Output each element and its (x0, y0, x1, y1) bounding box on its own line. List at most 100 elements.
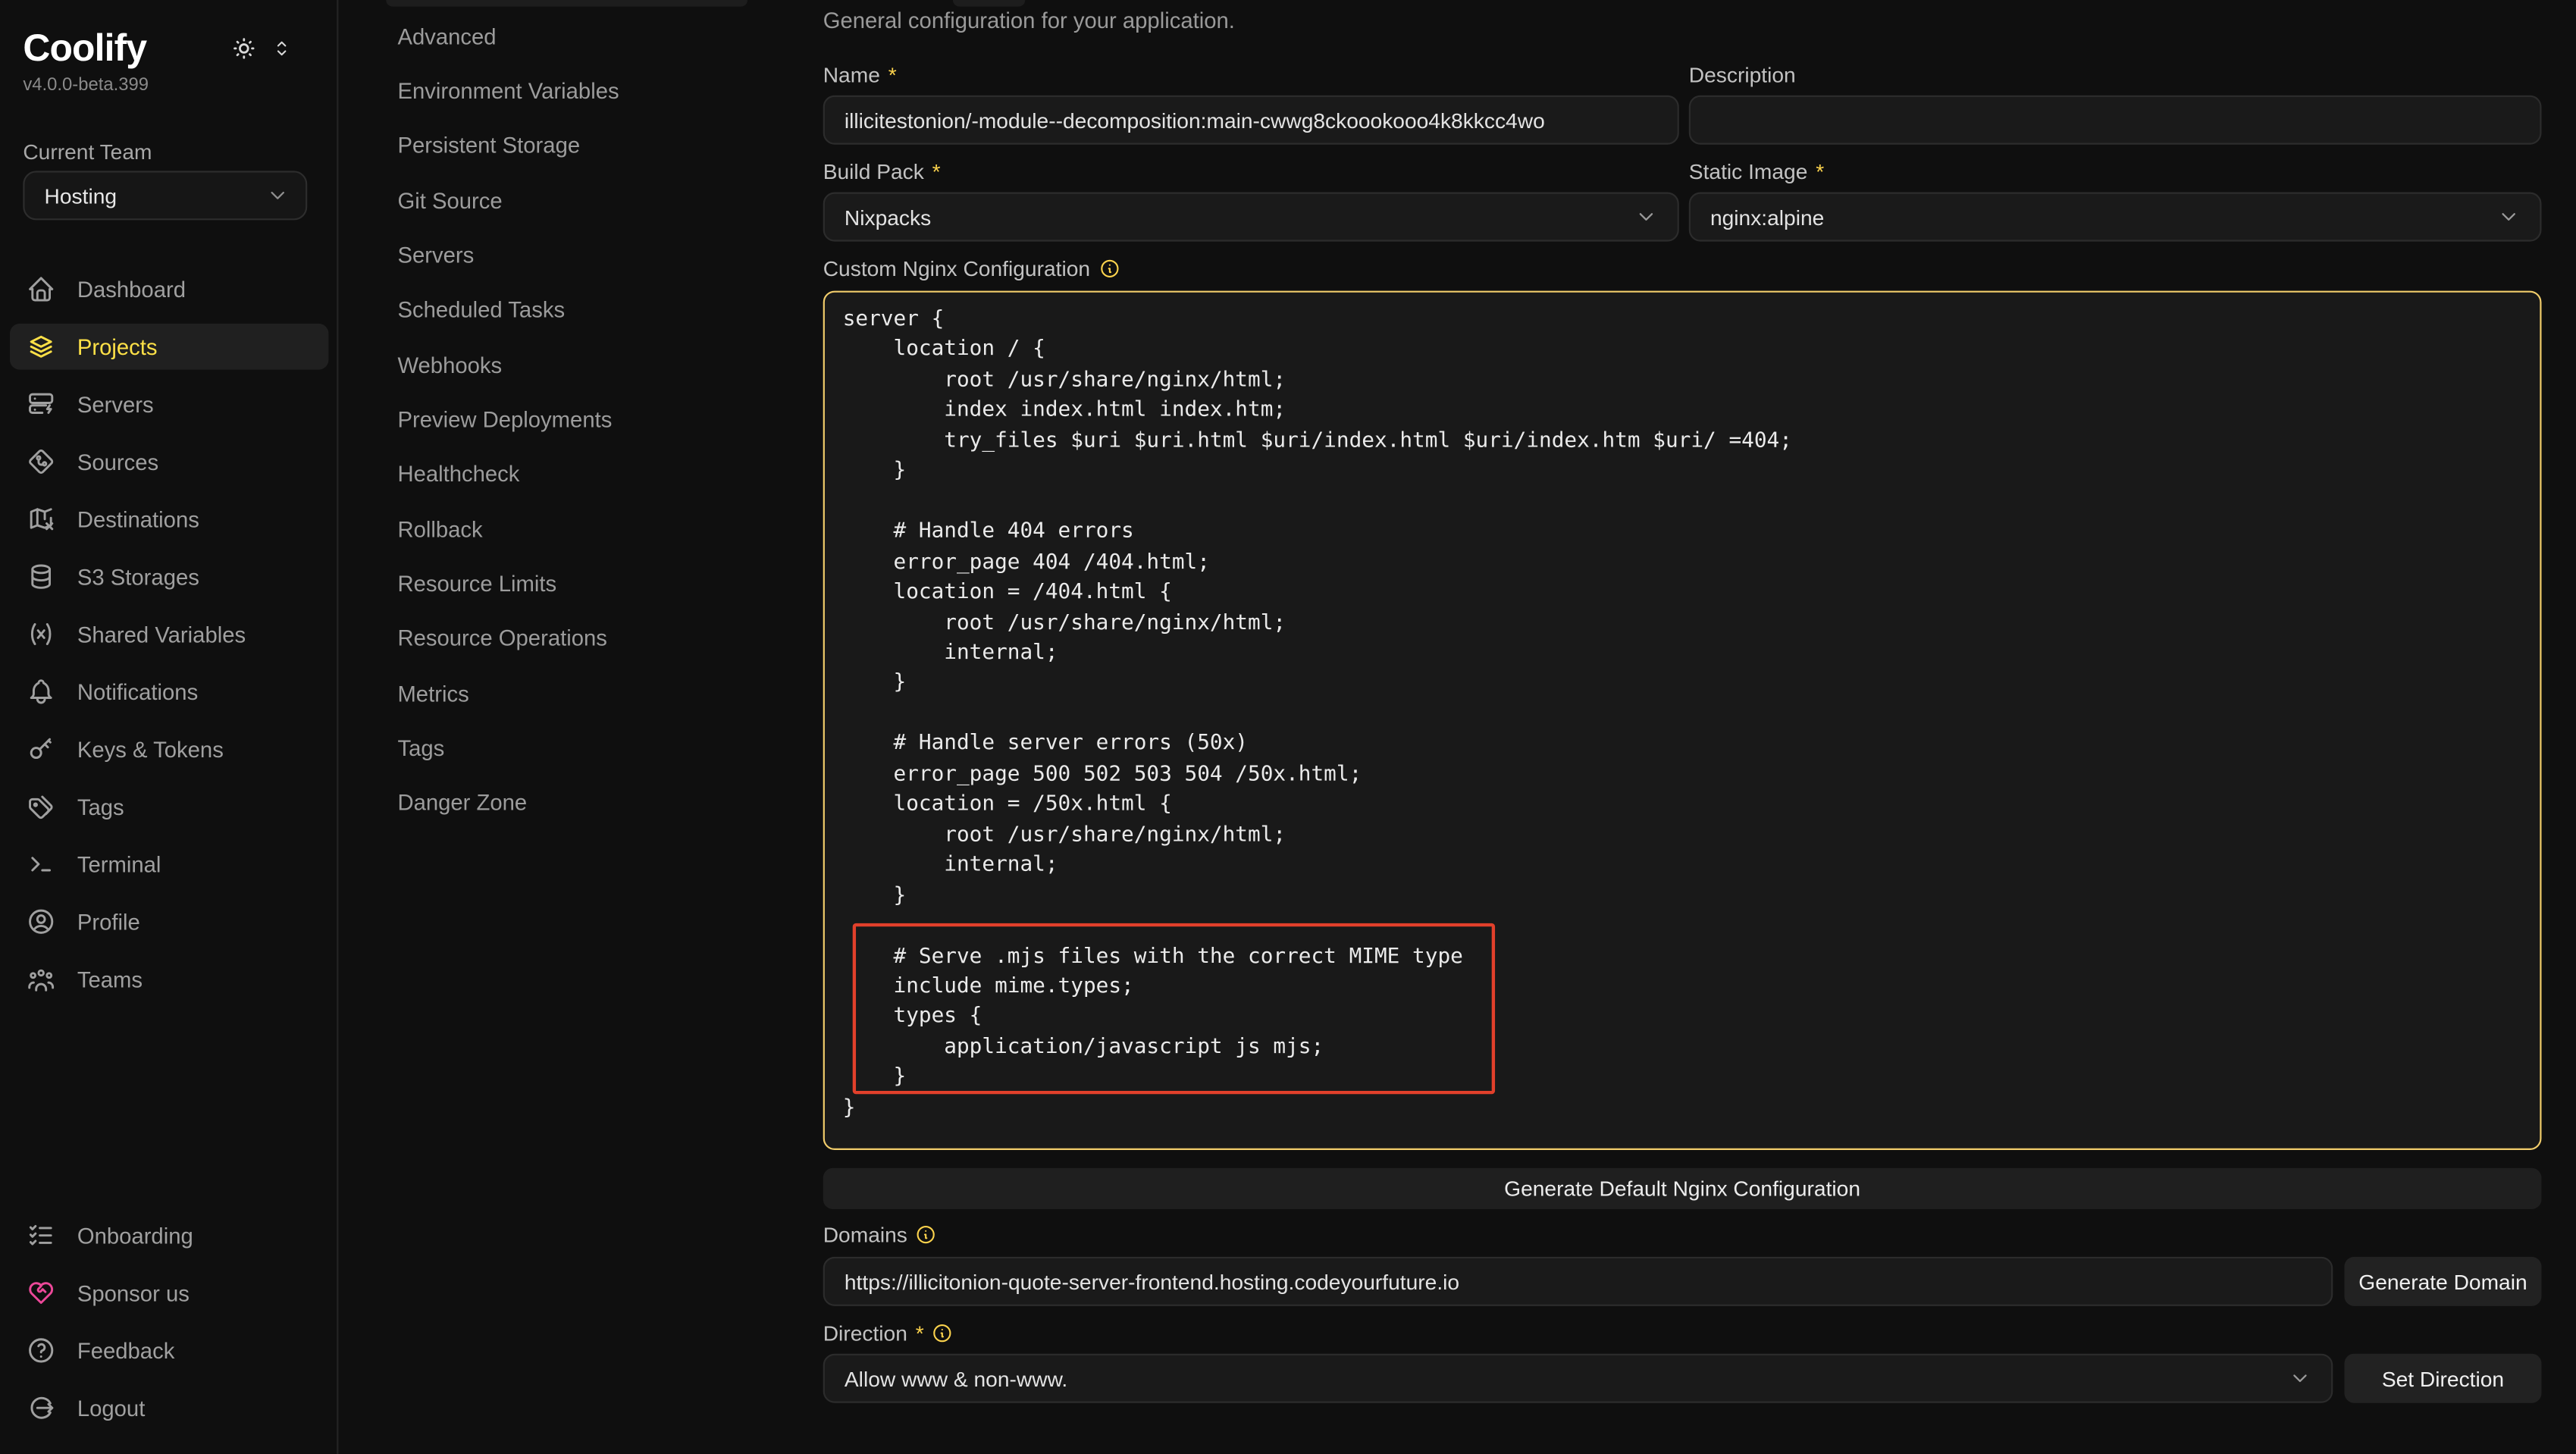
variable-icon (27, 619, 56, 649)
tags-icon (27, 792, 56, 822)
direction-select[interactable]: Allow www & non-www. (823, 1354, 2333, 1403)
required-star: * (916, 1321, 924, 1346)
required-star: * (932, 159, 941, 184)
submenu-item-rollback[interactable]: Rollback (338, 506, 823, 553)
current-team-label: Current Team (23, 139, 152, 165)
sidebar-item-sources[interactable]: Sources (10, 439, 328, 485)
submenu-item-resource-operations[interactable]: Resource Operations (338, 616, 823, 662)
code-line-error-page-404-404-html: error_page 404 /404.html; (843, 548, 2540, 578)
submenu-item-persistent-storage[interactable]: Persistent Storage (338, 123, 823, 169)
generate-domain-button[interactable]: Generate Domain (2344, 1257, 2541, 1306)
code-line-internal: internal; (843, 851, 2540, 882)
code-line-: } (843, 1094, 2540, 1124)
chevron-down-icon (2497, 205, 2520, 228)
team-select[interactable]: Hosting (23, 171, 307, 220)
sidebar: Coolify v4.0.0-beta.399 Current Team Hos… (0, 0, 338, 1454)
code-line-server: server { (843, 306, 2540, 336)
code-line (843, 700, 2540, 730)
info-icon[interactable] (932, 1323, 954, 1344)
submenu-item-tags[interactable]: Tags (338, 725, 823, 772)
sidebar-item-projects[interactable]: Projects (10, 324, 328, 370)
submenu-item-preview-deployments[interactable]: Preview Deployments (338, 396, 823, 443)
code-line-location: location / { (843, 336, 2540, 366)
key-icon (27, 735, 56, 764)
info-icon[interactable] (1098, 258, 1120, 279)
sidebar-item-servers[interactable]: Servers (10, 381, 328, 428)
terminal-icon (27, 849, 56, 879)
code-line-root-usr-share-nginx-html: root /usr/share/nginx/html; (843, 366, 2540, 396)
generate-default-nginx-button[interactable]: Generate Default Nginx Configuration (823, 1168, 2542, 1209)
direction-label: Direction* (823, 1321, 954, 1346)
sidebar-item-tags[interactable]: Tags (10, 784, 328, 830)
chevron-down-icon (2289, 1367, 2311, 1390)
layers-icon (27, 332, 56, 362)
sidebar-item-keys-tokens[interactable]: Keys & Tokens (10, 726, 328, 772)
info-icon[interactable] (916, 1224, 937, 1245)
version-selector-icon[interactable] (271, 38, 293, 59)
submenu-item-scheduled-tasks[interactable]: Scheduled Tasks (338, 287, 823, 334)
sidebar-item-destinations[interactable]: Destinations (10, 496, 328, 542)
code-line-application-javascript-js-mjs: application/javascript js mjs; (843, 1033, 2540, 1064)
nginx-config-editor[interactable]: server { location / { root /usr/share/ng… (823, 291, 2542, 1150)
nginx-code-lines: server { location / { root /usr/share/ng… (843, 306, 2540, 1124)
code-line-: } (843, 669, 2540, 700)
sidebar-item-s3-storages[interactable]: S3 Storages (10, 553, 328, 600)
required-star: * (888, 62, 897, 87)
app-logo: Coolify (23, 27, 146, 71)
submenu-item-environment-variables[interactable]: Environment Variables (338, 68, 823, 114)
map-icon (27, 504, 56, 534)
code-line-root-usr-share-nginx-html: root /usr/share/nginx/html; (843, 821, 2540, 851)
submenu-item-healthcheck[interactable]: Healthcheck (338, 451, 823, 497)
database-icon (27, 562, 56, 591)
submenu-item-webhooks[interactable]: Webhooks (338, 342, 823, 388)
code-line-root-usr-share-nginx-html: root /usr/share/nginx/html; (843, 609, 2540, 639)
code-line-serve-mjs-files-with-the-correct-mime-type: # Serve .mjs files with the correct MIME… (843, 942, 2540, 973)
sidebar-item-onboarding[interactable]: Onboarding (10, 1212, 328, 1258)
sidebar-footer: Onboarding Sponsor us Feedback Logout (10, 1212, 328, 1442)
sidebar-item-feedback[interactable]: Feedback (10, 1327, 328, 1374)
users-icon (27, 964, 56, 994)
code-line-: } (843, 457, 2540, 487)
config-submenu: Advanced Environment Variables Persistent … (338, 0, 823, 1454)
domains-label: Domains (823, 1222, 937, 1247)
nginx-config-label: Custom Nginx Configuration (823, 256, 1120, 281)
static-image-label: Static Image* (1689, 159, 1824, 184)
logout-icon (27, 1393, 56, 1423)
domains-input[interactable]: https://illicitonion-quote-server-fronte… (823, 1257, 2333, 1306)
submenu-item-danger-zone[interactable]: Danger Zone (338, 780, 823, 826)
bell-icon (27, 677, 56, 707)
sidebar-item-profile[interactable]: Profile (10, 898, 328, 945)
logo-icons (230, 35, 292, 63)
name-label: Name* (823, 62, 897, 87)
sidebar-item-terminal[interactable]: Terminal (10, 841, 328, 888)
submenu-item-metrics[interactable]: Metrics (338, 670, 823, 716)
name-input[interactable]: illicitestonion/-module--decomposition:m… (823, 96, 1679, 145)
theme-toggle-sun-icon[interactable] (230, 35, 258, 63)
sidebar-item-teams[interactable]: Teams (10, 956, 328, 1002)
sidebar-item-notifications[interactable]: Notifications (10, 669, 328, 715)
set-direction-button[interactable]: Set Direction (2344, 1354, 2541, 1403)
static-image-select[interactable]: nginx:alpine (1689, 193, 2542, 242)
user-icon (27, 907, 56, 936)
config-submenu-list: Advanced Environment Variables Persistent … (338, 13, 823, 835)
submenu-item-servers[interactable]: Servers (338, 232, 823, 278)
submenu-item-resource-limits[interactable]: Resource Limits (338, 561, 823, 607)
code-line-: } (843, 1064, 2540, 1094)
submenu-item-git-source[interactable]: Git Source (338, 177, 823, 224)
build-pack-select[interactable]: Nixpacks (823, 193, 1679, 242)
checklist-icon (27, 1221, 56, 1250)
sidebar-item-sponsor-us[interactable]: Sponsor us (10, 1270, 328, 1316)
sidebar-item-dashboard[interactable]: Dashboard (10, 266, 328, 312)
submenu-item-advanced[interactable]: Advanced (338, 13, 823, 59)
clipped-active-item (386, 0, 747, 7)
team-select-value: Hosting (45, 183, 118, 208)
description-input[interactable] (1689, 96, 2542, 145)
code-line-location-404-html: location = /404.html { (843, 578, 2540, 609)
git-icon (27, 447, 56, 476)
sidebar-item-logout[interactable]: Logout (10, 1385, 328, 1431)
code-line-include-mime-types: include mime.types; (843, 973, 2540, 1003)
sidebar-item-shared-variables[interactable]: Shared Variables (10, 611, 328, 657)
code-line-location-50x-html: location = /50x.html { (843, 791, 2540, 821)
description-label: Description (1689, 62, 1796, 87)
code-line-handle-404-errors: # Handle 404 errors (843, 518, 2540, 548)
